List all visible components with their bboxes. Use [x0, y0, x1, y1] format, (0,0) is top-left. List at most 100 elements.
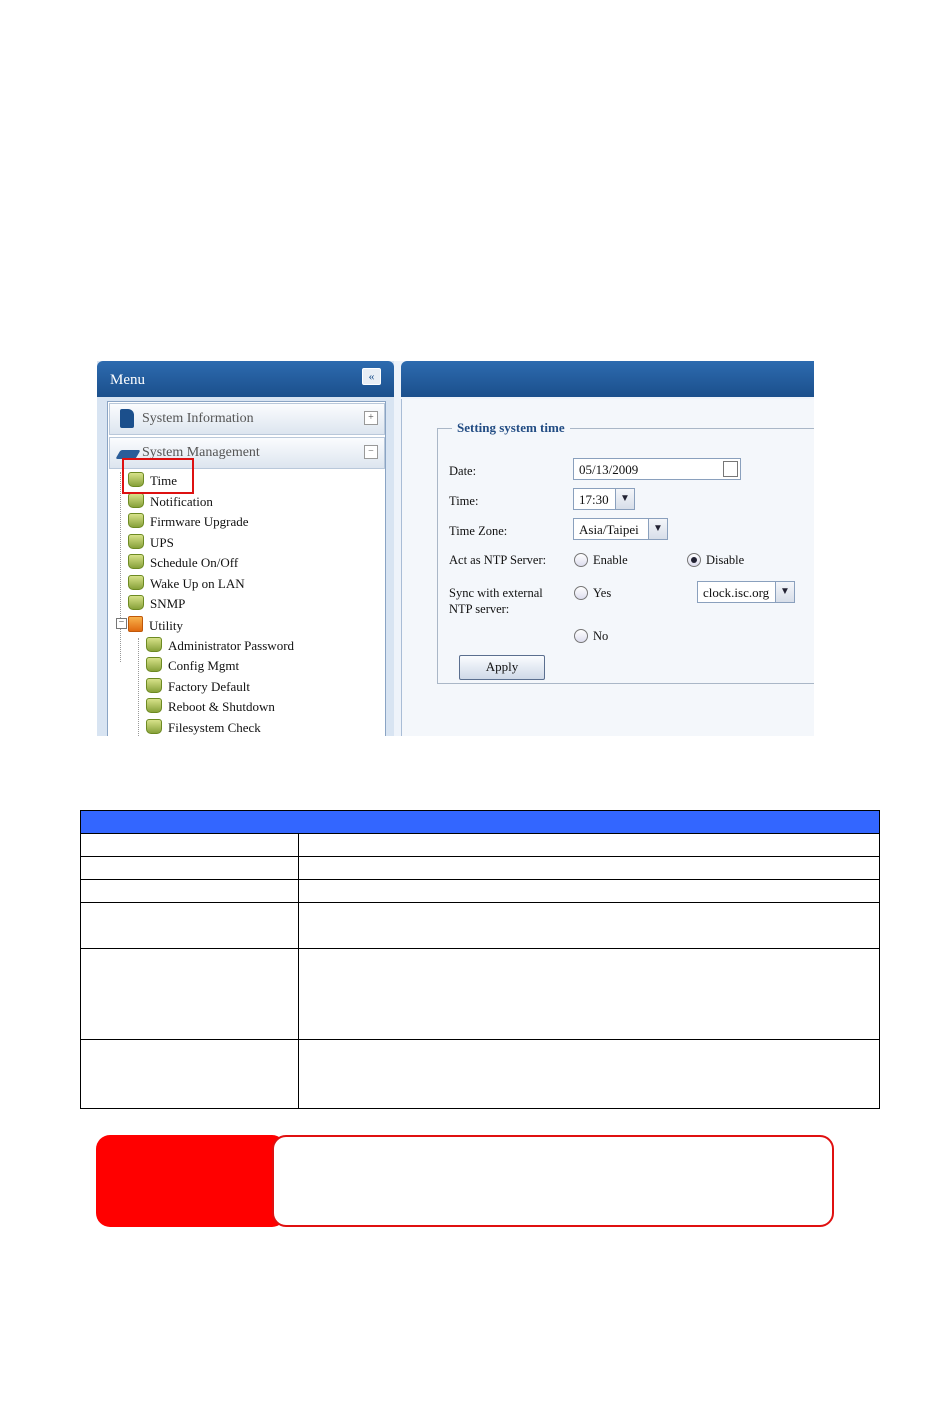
menu-item-label: Schedule On/Off	[150, 555, 239, 570]
apply-button[interactable]: Apply	[459, 655, 545, 680]
menu-item-snmp[interactable]: SNMP	[128, 595, 185, 612]
setting-system-time-group: Setting system time Date: 05/13/2009 Tim…	[437, 420, 814, 684]
menu-item-label: Utility	[149, 618, 183, 633]
time-label: Time:	[449, 494, 479, 508]
menu-item-filesystem-check[interactable]: Filesystem Check	[146, 719, 261, 736]
timezone-label: Time Zone:	[449, 524, 508, 538]
table-cell	[80, 902, 299, 949]
table-cell	[298, 1039, 880, 1109]
module-icon	[128, 534, 144, 549]
description-table	[80, 810, 880, 1109]
note-label-block	[96, 1135, 286, 1227]
menu-item-admin-password[interactable]: Administrator Password	[146, 637, 294, 654]
menu-item-utility[interactable]: Utility	[128, 616, 183, 634]
menu-item-label: Factory Default	[168, 679, 250, 694]
table-row	[80, 1039, 880, 1109]
tree-line	[120, 472, 121, 662]
module-icon	[146, 719, 162, 734]
sync-label-line2: NTP server:	[449, 602, 510, 616]
section-system-information[interactable]: System Information +	[109, 403, 385, 435]
menu-item-label: UPS	[150, 535, 174, 550]
module-icon	[128, 575, 144, 590]
menu-header: Menu «	[97, 361, 394, 397]
content-body: Setting system time Date: 05/13/2009 Tim…	[401, 399, 814, 736]
table-cell	[80, 833, 299, 857]
ntp-disable-label: Disable	[706, 553, 745, 567]
module-icon	[128, 513, 144, 528]
menu-item-label: Config Mgmt	[168, 658, 240, 673]
folder-icon	[128, 616, 143, 632]
setting-legend: Setting system time	[457, 420, 565, 435]
menu-body: System Information + System Management −…	[107, 401, 386, 736]
menu-panel: Menu « System Information + System Manag…	[97, 361, 394, 736]
table-cell	[298, 833, 880, 857]
time-select[interactable]: 17:30 ▼	[573, 488, 635, 510]
menu-item-firmware-upgrade[interactable]: Firmware Upgrade	[128, 513, 249, 530]
date-input[interactable]: 05/13/2009	[573, 458, 741, 480]
time-value: 17:30	[579, 492, 609, 507]
menu-item-label: Wake Up on LAN	[150, 576, 245, 591]
table-cell	[80, 879, 299, 903]
note-content-box	[272, 1135, 834, 1227]
table-row	[80, 833, 880, 857]
collapse-menu-icon[interactable]: «	[362, 368, 381, 385]
table-cell	[298, 902, 880, 949]
chevron-down-icon: ▼	[615, 489, 634, 509]
menu-item-wake-on-lan[interactable]: Wake Up on LAN	[128, 575, 245, 592]
utility-collapse-icon[interactable]: −	[116, 618, 127, 629]
calendar-icon[interactable]	[723, 461, 738, 477]
table-cell	[298, 879, 880, 903]
tree-line	[138, 638, 139, 736]
ntp-server-label: Act as NTP Server:	[449, 553, 547, 567]
table-row	[80, 856, 880, 880]
menu-item-reboot-shutdown[interactable]: Reboot & Shutdown	[146, 698, 275, 715]
table-cell	[80, 948, 299, 1040]
content-panel: Setting system time Date: 05/13/2009 Tim…	[401, 361, 814, 736]
sync-yes-radio[interactable]	[574, 586, 588, 600]
timezone-value: Asia/Taipei	[579, 522, 639, 537]
content-header	[401, 361, 814, 397]
table-row	[80, 902, 880, 949]
sync-no-label: No	[593, 629, 609, 643]
system-information-icon	[120, 409, 134, 428]
ntp-enable-label: Enable	[593, 553, 628, 567]
menu-item-label: SNMP	[150, 596, 186, 611]
menu-item-label: Notification	[150, 494, 213, 509]
table-cell	[80, 856, 299, 880]
module-icon	[128, 595, 144, 610]
menu-item-config-mgmt[interactable]: Config Mgmt	[146, 657, 239, 674]
menu-item-label: Reboot & Shutdown	[168, 699, 275, 714]
sync-no-radio[interactable]	[574, 629, 588, 643]
time-highlight-box	[122, 458, 194, 494]
menu-item-schedule[interactable]: Schedule On/Off	[128, 554, 238, 571]
menu-item-notification[interactable]: Notification	[128, 493, 213, 510]
menu-item-ups[interactable]: UPS	[128, 534, 174, 551]
time-settings-screenshot: Menu « System Information + System Manag…	[97, 361, 814, 736]
module-icon	[146, 657, 162, 672]
sync-yes-label: Yes	[593, 586, 612, 600]
module-icon	[146, 698, 162, 713]
module-icon	[128, 493, 144, 508]
ntp-server-select[interactable]: clock.isc.org ▼	[697, 581, 795, 603]
timezone-select[interactable]: Asia/Taipei ▼	[573, 518, 668, 540]
table-row	[80, 948, 880, 1040]
menu-title: Menu	[110, 372, 145, 388]
table-cell	[298, 948, 880, 1040]
chevron-down-icon: ▼	[648, 519, 667, 539]
menu-item-factory-default[interactable]: Factory Default	[146, 678, 250, 695]
ntp-enable-radio[interactable]	[574, 553, 588, 567]
expand-icon[interactable]: +	[364, 411, 378, 425]
collapse-icon[interactable]: −	[364, 445, 378, 459]
ntp-server-value: clock.isc.org	[703, 585, 770, 600]
ntp-disable-radio[interactable]	[687, 553, 701, 567]
table-header-row	[80, 810, 880, 834]
menu-item-label: Administrator Password	[168, 638, 295, 653]
date-value: 05/13/2009	[579, 462, 639, 477]
module-icon	[146, 637, 162, 652]
chevron-down-icon: ▼	[775, 582, 794, 602]
menu-item-label: Filesystem Check	[168, 720, 261, 735]
sync-label-line1: Sync with external	[449, 586, 543, 600]
module-icon	[146, 678, 162, 693]
table-row	[80, 879, 880, 903]
date-label: Date:	[449, 464, 477, 478]
